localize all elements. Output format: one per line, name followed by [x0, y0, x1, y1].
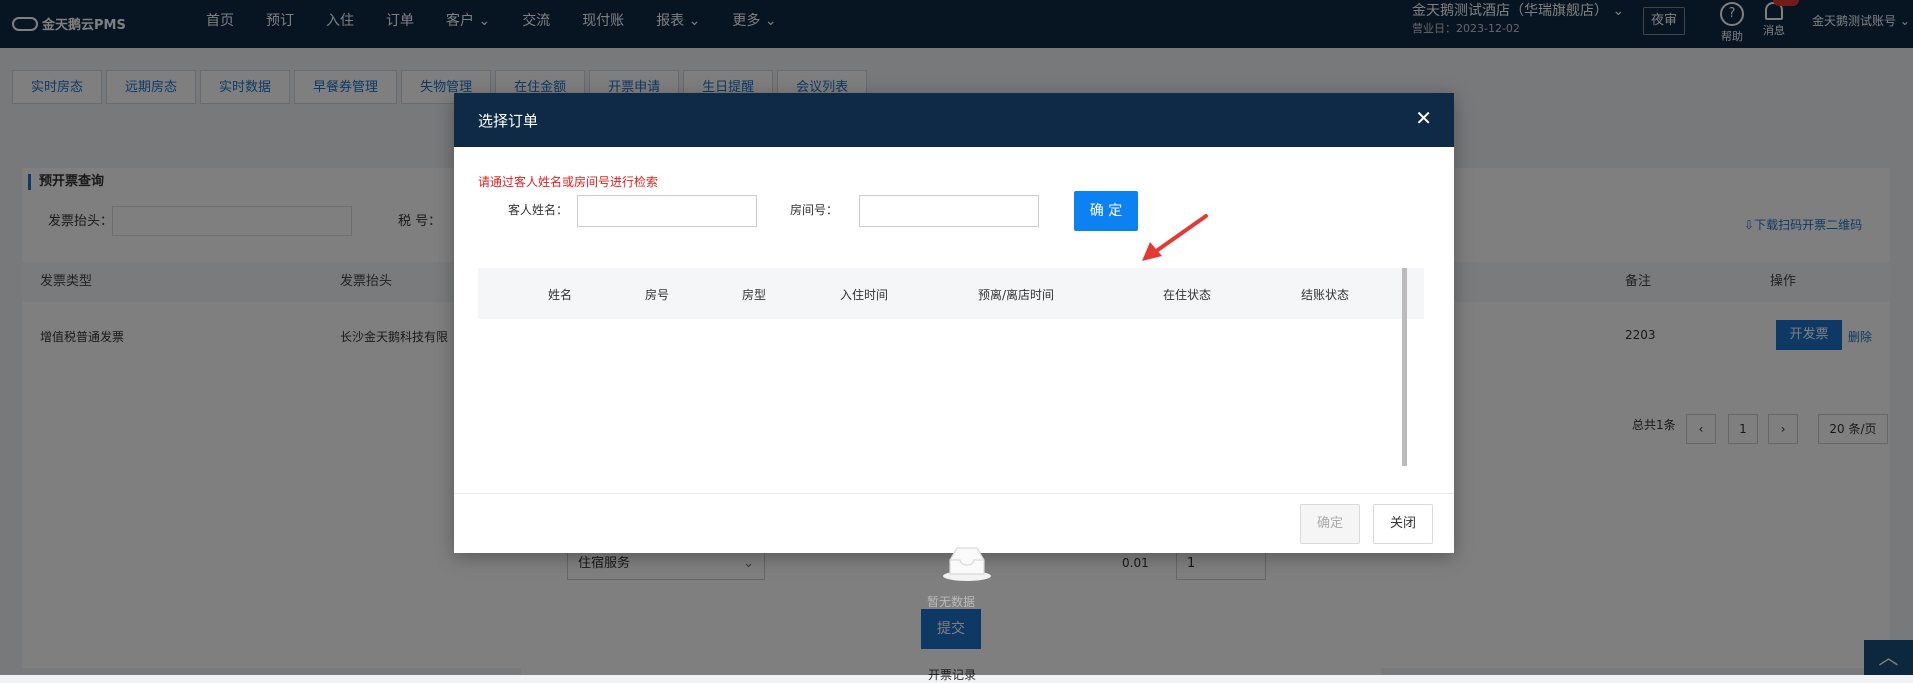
close-icon[interactable]: ✕	[1415, 106, 1432, 130]
empty-text: 暂无数据	[926, 595, 975, 609]
guest-name-label: 客人姓名：	[508, 203, 569, 217]
dialog-footer-divider	[454, 493, 1454, 494]
select-order-dialog: 选择订单 ✕ 请通过客人姓名或房间号进行检索 客人姓名： 房间号： 确 定 姓名…	[454, 93, 1454, 609]
dialog-title: 选择订单	[478, 112, 539, 130]
col-departure-time: 预离/离店时间	[978, 288, 1055, 302]
dialog-header: 选择订单 ✕	[454, 93, 1454, 147]
col-checkout-status: 结账状态	[1301, 288, 1350, 302]
room-number-input[interactable]	[859, 195, 1039, 227]
confirm-button[interactable]: 确定	[1300, 504, 1360, 544]
col-checkin-time: 入住时间	[840, 288, 889, 302]
search-confirm-button[interactable]: 确 定	[1074, 191, 1138, 231]
col-guest-name: 姓名	[548, 288, 573, 302]
close-button[interactable]: 关闭	[1373, 504, 1433, 544]
col-stay-status: 在住状态	[1163, 288, 1212, 302]
col-room-type: 房型	[742, 288, 767, 302]
empty-inbox-icon	[943, 547, 991, 581]
orders-table-header: 姓名 房号 房型 入住时间 预离/离店时间 在住状态 结账状态	[478, 268, 1424, 319]
search-hint: 请通过客人姓名或房间号进行检索	[478, 175, 659, 189]
red-arrow-annotation-icon	[1142, 214, 1208, 261]
table-scrollbar[interactable]	[1402, 268, 1407, 466]
orders-table: 姓名 房号 房型 入住时间 预离/离店时间 在住状态 结账状态 暂无数据	[478, 268, 1424, 609]
room-number-label: 房间号：	[790, 203, 839, 217]
guest-name-input[interactable]	[577, 195, 757, 227]
col-room-number: 房号	[645, 288, 670, 302]
